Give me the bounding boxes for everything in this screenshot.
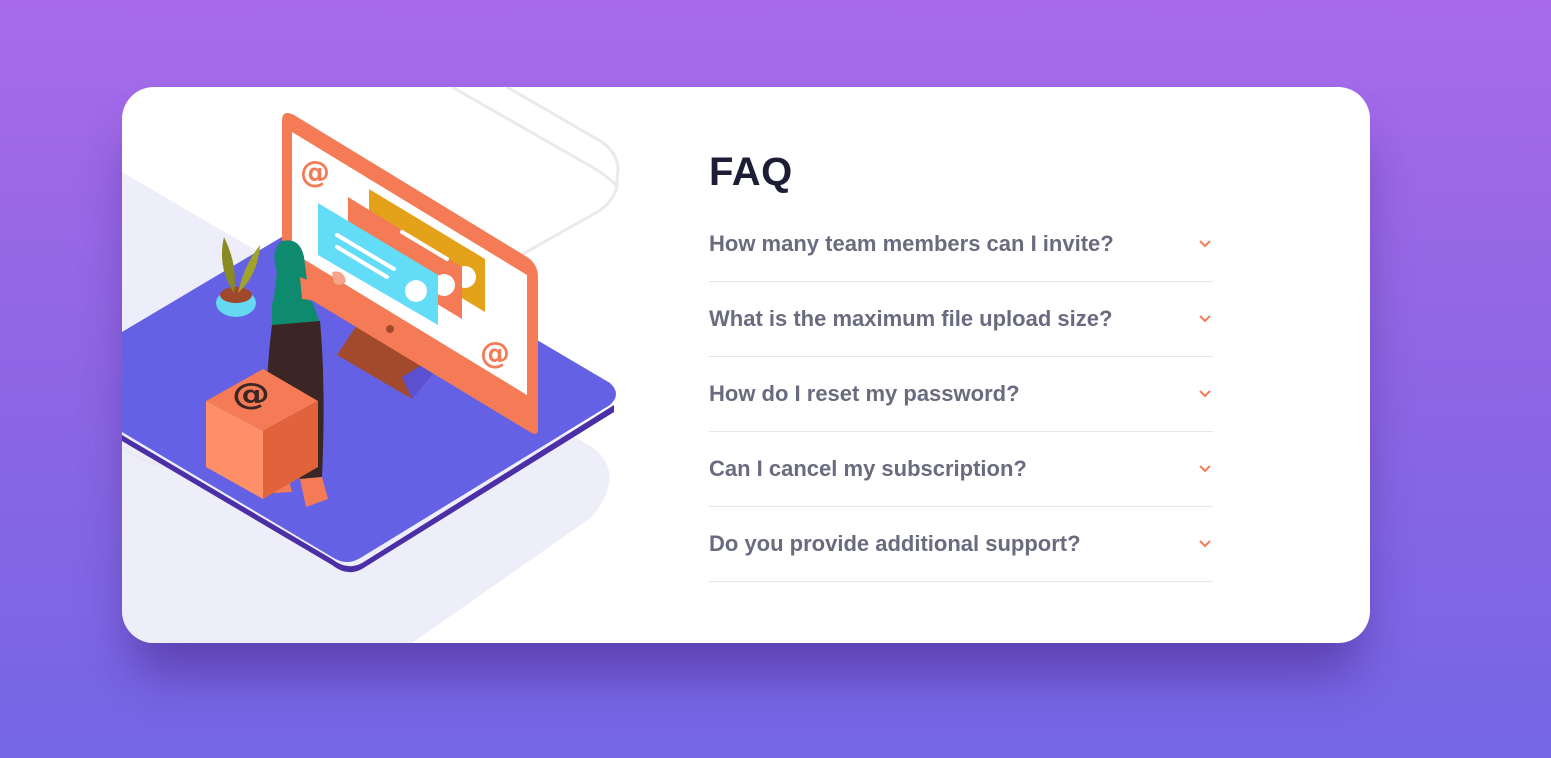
faq-item[interactable]: Do you provide additional support? — [709, 507, 1213, 582]
faq-question[interactable]: Do you provide additional support? — [709, 531, 1081, 557]
monitor-camera — [386, 325, 394, 333]
plant-soil — [220, 287, 252, 303]
box-at-symbol: @ — [232, 377, 270, 412]
faq-section: FAQ How many team members can I invite? … — [709, 147, 1213, 582]
at-box-icon: @ — [206, 369, 318, 499]
faq-question[interactable]: How do I reset my password? — [709, 381, 1020, 407]
faq-question[interactable]: What is the maximum file upload size? — [709, 306, 1112, 332]
faq-item[interactable]: How many team members can I invite? — [709, 223, 1213, 282]
chevron-down-icon[interactable] — [1199, 465, 1211, 473]
faq-card: @ @ @ FAQ How many team members can I in… — [122, 87, 1370, 643]
chevron-down-icon[interactable] — [1199, 240, 1211, 248]
chevron-down-icon[interactable] — [1199, 390, 1211, 398]
faq-question[interactable]: Can I cancel my subscription? — [709, 456, 1027, 482]
chevron-down-icon[interactable] — [1199, 540, 1211, 548]
illustration-panel: @ @ — [122, 87, 622, 643]
chevron-down-icon[interactable] — [1199, 315, 1211, 323]
chat-card-dot-3 — [405, 280, 427, 302]
page-background: { "faq": { "title": "FAQ", "questions": … — [0, 0, 1551, 758]
at-symbol-icon-2: @ — [480, 336, 510, 371]
faq-item[interactable]: What is the maximum file upload size? — [709, 282, 1213, 357]
faq-title: FAQ — [709, 150, 793, 194]
woman-online-illustration: @ @ — [122, 87, 620, 643]
faq-item[interactable]: How do I reset my password? — [709, 357, 1213, 432]
at-symbol-icon: @ — [300, 155, 330, 190]
faq-item[interactable]: Can I cancel my subscription? — [709, 432, 1213, 507]
faq-question[interactable]: How many team members can I invite? — [709, 231, 1114, 257]
